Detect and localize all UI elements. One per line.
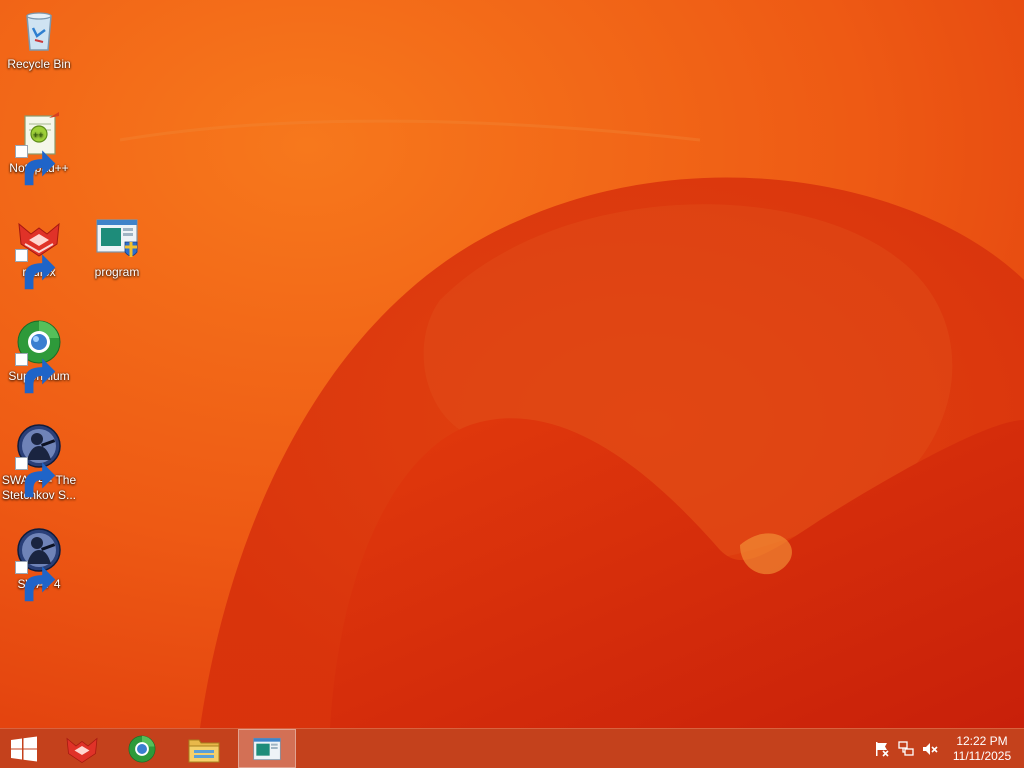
desktop-icon-label: program bbox=[94, 265, 140, 279]
taskbar-r3dfox-button[interactable] bbox=[54, 729, 110, 768]
taskbar: 12:22 PM 11/11/2025 bbox=[0, 728, 1024, 768]
file-explorer-icon bbox=[188, 739, 220, 762]
shortcut-arrow-icon bbox=[15, 145, 56, 186]
wallpaper bbox=[0, 0, 1024, 728]
shortcut-arrow-icon bbox=[15, 457, 56, 498]
desktop-icon-label: Recycle Bin bbox=[7, 57, 71, 71]
clock-time: 12:22 PM bbox=[956, 734, 1008, 748]
r3dfox-icon bbox=[66, 737, 98, 763]
program-icon bbox=[96, 219, 138, 257]
taskbar-supermium-button[interactable] bbox=[114, 729, 170, 768]
recycle-bin-icon bbox=[26, 12, 52, 51]
desktop-icon-r3dfox[interactable]: r3dfox bbox=[0, 214, 78, 290]
volume-muted-icon bbox=[923, 743, 938, 755]
desktop-icon-notepad-plus-plus[interactable]: ++ Notepad++ bbox=[0, 110, 78, 186]
network-icon bbox=[898, 741, 914, 756]
windows-start-icon bbox=[11, 736, 37, 761]
desktop: Recycle Bin ++ Notepad++ bbox=[0, 0, 1024, 728]
shortcut-arrow-icon bbox=[15, 353, 56, 394]
desktop-icon-supermium[interactable]: Supermium bbox=[0, 318, 78, 394]
action-center-flag-icon bbox=[876, 742, 889, 757]
tray-network[interactable] bbox=[898, 741, 914, 757]
shortcut-arrow-icon bbox=[15, 249, 56, 290]
shortcut-arrow-icon bbox=[15, 561, 56, 602]
desktop-icon-swat4-stetchkov[interactable]: SWAT 4 - The Stetchkov S... bbox=[0, 422, 78, 503]
desktop-icon-recycle-bin[interactable]: Recycle Bin bbox=[0, 6, 78, 72]
taskbar-program-button[interactable] bbox=[238, 729, 296, 768]
taskbar-clock[interactable]: 12:22 PM 11/11/2025 bbox=[944, 734, 1020, 764]
tray-action-center[interactable] bbox=[874, 741, 890, 757]
supermium-icon bbox=[128, 735, 156, 762]
start-button[interactable] bbox=[0, 729, 48, 768]
tray-volume[interactable] bbox=[922, 741, 938, 757]
desktop-icon-program[interactable]: program bbox=[78, 214, 156, 280]
program-icon bbox=[253, 737, 281, 760]
desktop-icon-swat4[interactable]: SWAT 4 bbox=[0, 526, 78, 602]
svg-text:++: ++ bbox=[33, 130, 44, 140]
taskbar-file-explorer-button[interactable] bbox=[176, 729, 232, 768]
clock-date: 11/11/2025 bbox=[952, 749, 1012, 763]
